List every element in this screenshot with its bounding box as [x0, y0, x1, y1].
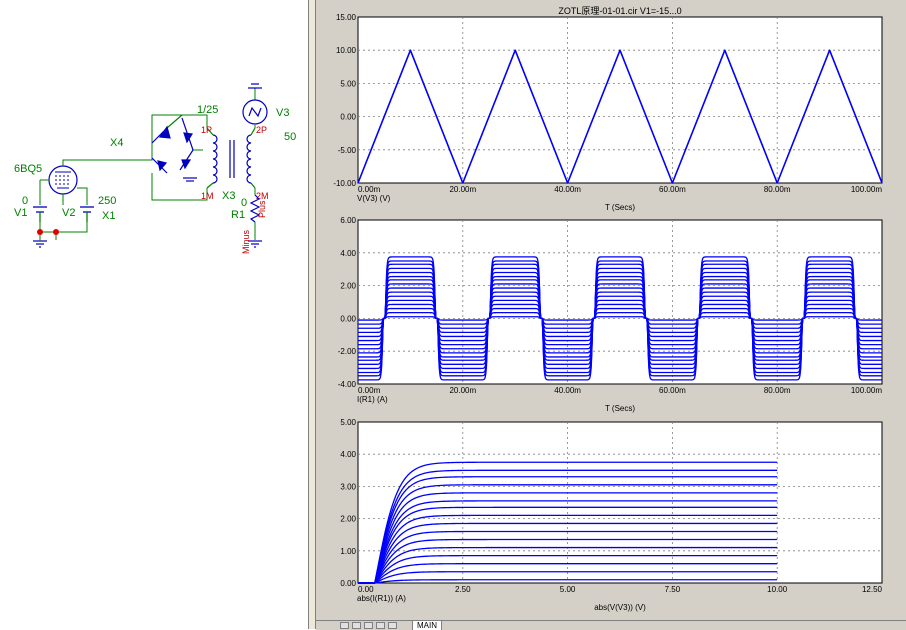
- chart-title: ZOTL原理-01-01.cir V1=-15...0: [558, 6, 681, 16]
- x-tick-label: 20.00m: [449, 386, 476, 395]
- y-tick-label: 10.00: [336, 46, 357, 55]
- splitter-bar[interactable]: [308, 0, 316, 629]
- transformer-symbol[interactable]: [206, 127, 256, 189]
- pin-1m-label: 1M: [201, 191, 214, 201]
- bridge-rectifier-symbol[interactable]: [151, 114, 194, 175]
- y-tick-label: -2.00: [338, 347, 357, 356]
- y-axis-label: abs(I(R1)) (A): [357, 594, 406, 603]
- ratio-label: 1/25: [197, 104, 218, 116]
- v3-value: 50: [284, 131, 296, 143]
- v2-source-symbol[interactable]: [80, 206, 94, 222]
- y-tick-label: 5.00: [340, 79, 356, 88]
- pin-2p-label: 2P: [256, 125, 267, 135]
- first-tab-button[interactable]: [340, 622, 349, 629]
- x-tick-label: 40.00m: [554, 185, 581, 194]
- x-tick-label: 5.00: [560, 585, 576, 594]
- y-tick-label: 4.00: [340, 249, 356, 258]
- x-tick-label: 12.50: [862, 585, 883, 594]
- x-tick-label: 100.00m: [851, 386, 882, 395]
- x-tick-label: 7.50: [665, 585, 681, 594]
- v1-name: V1: [14, 207, 27, 219]
- v2-name: V2: [62, 207, 75, 219]
- pin-1p-label: 1P: [201, 125, 212, 135]
- y-tick-label: 1.00: [340, 547, 356, 556]
- y-tick-label: 0.00: [340, 314, 356, 323]
- y-tick-label: 2.00: [340, 515, 356, 524]
- x3-label: X3: [222, 190, 235, 202]
- pentode-tube-symbol[interactable]: [48, 165, 78, 195]
- x-tick-label: 80.00m: [764, 185, 791, 194]
- x-axis-label: T (Secs): [605, 404, 635, 413]
- x-tick-label: 100.00m: [851, 185, 882, 194]
- x-tick-label: 0.00m: [358, 386, 381, 395]
- pin-plus-label: Plus: [257, 200, 267, 218]
- node-dot: [37, 229, 43, 235]
- node-dot: [53, 229, 59, 235]
- plot-area-2: [357, 219, 883, 385]
- plot-canvas: 0.00m 20.00m 40.00m 60.00m 80.00m 100.00m -10.…: [333, 6, 883, 612]
- y-tick-label: 0.00: [340, 113, 356, 122]
- x-tick-label: 0.00: [358, 585, 374, 594]
- x-tick-label: 20.00m: [449, 185, 476, 194]
- v1-source-symbol[interactable]: [33, 206, 47, 222]
- x-tick-label: 60.00m: [659, 185, 686, 194]
- last-tab-button[interactable]: [376, 622, 385, 629]
- y-tick-label: 4.00: [340, 450, 356, 459]
- y-tick-label: 2.00: [340, 282, 356, 291]
- y-axis-label: V(V3) (V): [357, 194, 391, 203]
- x4-label: X4: [110, 137, 123, 149]
- y-tick-label: 15.00: [336, 13, 357, 22]
- plot-area-1: [357, 16, 883, 184]
- y-tick-label: -5.00: [338, 146, 357, 155]
- r1-value: 0: [241, 197, 247, 209]
- x-tick-label: 10.00: [767, 585, 788, 594]
- schematic-view[interactable]: 6BQ5 0 V1 V2 250 X1 X4 1/25 1P 1M X3 2P …: [0, 0, 308, 629]
- x-tick-label: 2.50: [455, 585, 471, 594]
- pin-minus-label: Minus: [241, 229, 251, 254]
- x1-label: X1: [102, 210, 115, 222]
- x-tick-label: 80.00m: [764, 386, 791, 395]
- y-tick-label: 6.00: [340, 216, 356, 225]
- x-tick-label: 60.00m: [659, 386, 686, 395]
- scroll-tab-button[interactable]: [388, 622, 397, 629]
- x-axis-label: abs(V(V3)) (V): [594, 603, 646, 612]
- y-tick-label: 0.00: [340, 579, 356, 588]
- tube-label: 6BQ5: [14, 163, 42, 175]
- prev-tab-button[interactable]: [352, 622, 361, 629]
- y-tick-label: -10.00: [333, 179, 356, 188]
- v3-name: V3: [276, 107, 289, 119]
- plot-window[interactable]: 0.00m 20.00m 40.00m 60.00m 80.00m 100.00m -10.…: [316, 0, 906, 629]
- plot-area-3: [357, 421, 883, 584]
- next-tab-button[interactable]: [364, 622, 373, 629]
- y-axis-label: I(R1) (A): [357, 395, 388, 404]
- v1-value: 0: [22, 195, 28, 207]
- x-axis-label: T (Secs): [605, 203, 635, 212]
- x-tick-label: 0.00m: [358, 185, 381, 194]
- y-tick-label: -4.00: [338, 380, 357, 389]
- y-tick-label: 3.00: [340, 482, 356, 491]
- y-tick-label: 5.00: [340, 418, 356, 427]
- r1-name: R1: [231, 209, 245, 221]
- x-tick-label: 40.00m: [554, 386, 581, 395]
- v2-value: 250: [98, 195, 116, 207]
